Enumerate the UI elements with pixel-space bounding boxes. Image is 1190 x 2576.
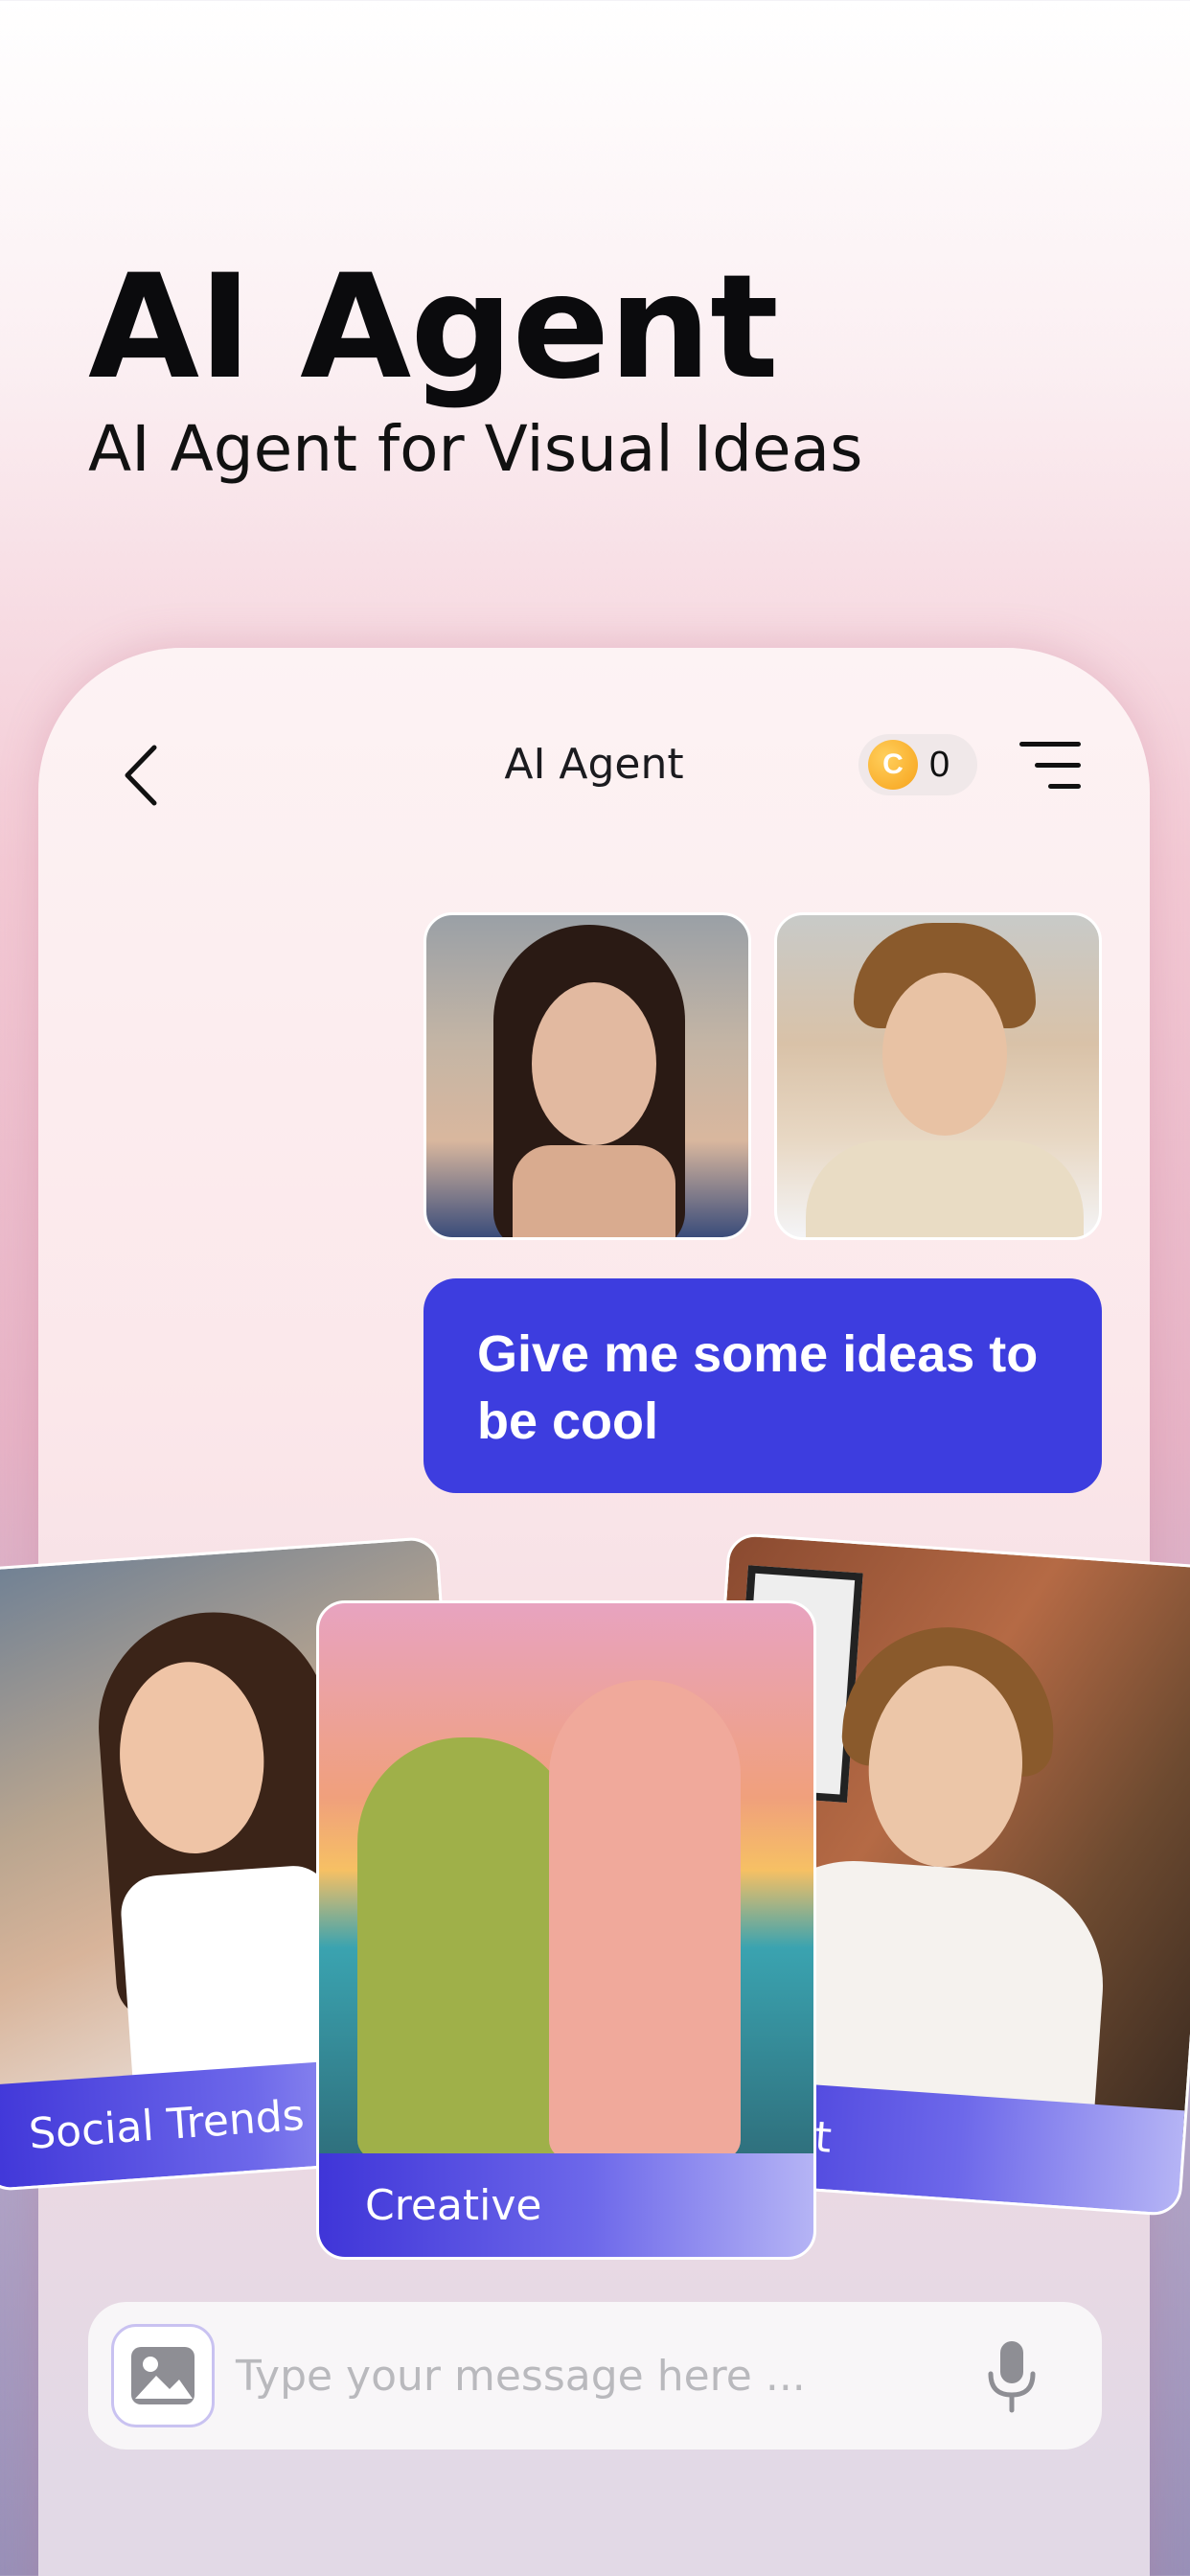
uploaded-photo-man[interactable]: [774, 912, 1102, 1240]
coin-count: 0: [929, 744, 950, 785]
menu-icon: [1019, 742, 1081, 747]
voice-input-button[interactable]: [973, 2328, 1050, 2424]
top-bar: AI Agent C 0: [38, 648, 1150, 878]
message-input[interactable]: Type your message here ...: [236, 2352, 973, 2401]
screen-title: AI Agent: [504, 740, 684, 789]
attach-image-button[interactable]: [111, 2324, 215, 2427]
hero-subtitle: AI Agent for Visual Ideas: [88, 412, 863, 486]
coin-balance[interactable]: C 0: [858, 734, 977, 795]
coin-icon: C: [868, 740, 918, 790]
uploaded-photo-woman[interactable]: [423, 912, 751, 1240]
hero-title: AI Agent: [88, 244, 779, 411]
user-message-bubble: Give me some ideas to be cool: [423, 1278, 1102, 1493]
idea-card-label: Creative: [319, 2153, 813, 2257]
message-composer: Type your message here ...: [88, 2302, 1102, 2450]
microphone-icon: [988, 2341, 1036, 2413]
idea-card-creative[interactable]: Creative: [316, 1600, 816, 2260]
menu-button[interactable]: [1012, 736, 1088, 794]
image-icon: [131, 2347, 195, 2404]
